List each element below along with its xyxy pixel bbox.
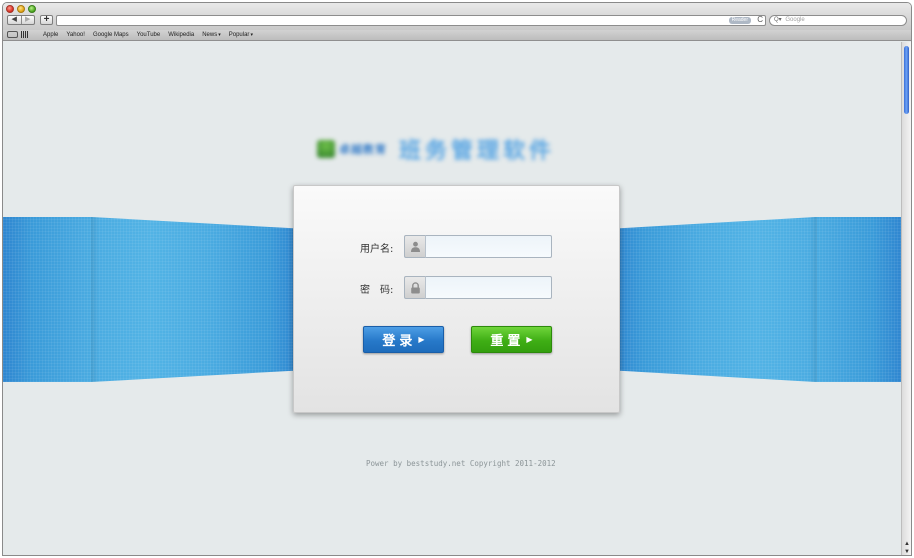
- site-logo: 卓越教育 班务管理软件: [317, 136, 556, 163]
- reset-button[interactable]: 重置 ▶: [471, 326, 552, 353]
- bookmark-apple[interactable]: Apple: [39, 30, 62, 40]
- vertical-scrollbar[interactable]: ▲ ▼: [901, 42, 911, 555]
- close-window-button[interactable]: [6, 5, 14, 13]
- bookmark-popular-label: Popular: [228, 32, 250, 38]
- band-fold-shadow: [809, 217, 817, 382]
- search-placeholder: Google: [785, 17, 805, 23]
- login-button[interactable]: 登录 ▶: [363, 326, 444, 353]
- minimize-window-button[interactable]: [17, 5, 25, 13]
- password-input[interactable]: [426, 276, 552, 299]
- magnifier-icon: Q▾: [774, 17, 782, 23]
- bookmark-news-label: News: [202, 32, 218, 38]
- bookmark-wikipedia[interactable]: Wikipedia: [164, 30, 198, 40]
- back-arrow-icon[interactable]: ◀: [8, 16, 21, 24]
- reload-icon[interactable]: C: [757, 15, 763, 25]
- blue-band-left: [3, 217, 298, 382]
- back-forward-control: ◀ ▶: [7, 15, 35, 25]
- scroll-up-arrow-icon[interactable]: ▲: [903, 540, 911, 548]
- reset-button-label: 重置: [490, 334, 525, 349]
- password-label: 密 码:: [360, 285, 394, 296]
- reading-list-icon[interactable]: [7, 31, 18, 38]
- bookmark-google-maps[interactable]: Google Maps: [89, 30, 133, 40]
- bookmark-list: Apple Yahoo! Google Maps YouTube Wikiped…: [39, 30, 257, 40]
- address-bar[interactable]: Reader C: [56, 15, 766, 26]
- lock-icon: [404, 276, 426, 299]
- login-button-label: 登录: [382, 334, 417, 349]
- password-row: 密 码:: [294, 276, 621, 300]
- chevron-right-icon: ▶: [526, 335, 533, 344]
- logo-mark-icon: [317, 140, 335, 158]
- search-field[interactable]: Q▾ Google: [769, 15, 907, 26]
- username-label: 用户名:: [360, 244, 394, 255]
- bookmark-youtube[interactable]: YouTube: [133, 30, 165, 40]
- zoom-window-button[interactable]: [28, 5, 36, 13]
- bookmark-yahoo[interactable]: Yahoo!: [62, 30, 89, 40]
- bookmark-popular[interactable]: Popular▾: [225, 30, 257, 40]
- bookmarks-bar: Apple Yahoo! Google Maps YouTube Wikiped…: [3, 30, 911, 41]
- band-fold-shadow: [91, 217, 99, 382]
- scroll-down-arrow-icon[interactable]: ▼: [903, 548, 911, 555]
- page-viewport: 卓越教育 班务管理软件 用户名: 密 码: 登录 ▶ 重置 ▶ Power by…: [3, 42, 901, 555]
- browser-window: ◀ ▶ + Reader C Q▾ Google Apple Yahoo! Go…: [2, 2, 912, 556]
- chevron-down-icon: ▾: [250, 32, 253, 38]
- browser-toolbar: ◀ ▶ + Reader C Q▾ Google: [3, 3, 911, 30]
- user-icon: [404, 235, 426, 258]
- chevron-down-icon: ▾: [218, 32, 221, 38]
- forward-arrow-icon[interactable]: ▶: [20, 16, 35, 24]
- top-sites-icon[interactable]: [21, 31, 29, 38]
- bookmark-news[interactable]: News▾: [198, 30, 225, 40]
- copyright-footer: Power by beststudy.net Copyright 2011-20…: [366, 459, 556, 468]
- username-row: 用户名:: [294, 235, 621, 259]
- chevron-right-icon: ▶: [418, 335, 425, 344]
- blue-band-right: [615, 217, 901, 382]
- reader-button[interactable]: Reader: [728, 17, 751, 24]
- login-panel: 用户名: 密 码: 登录 ▶ 重置 ▶: [293, 185, 620, 413]
- logo-company-text: 卓越教育: [339, 144, 387, 156]
- add-bookmark-button[interactable]: +: [40, 15, 53, 25]
- scrollbar-thumb[interactable]: [904, 46, 909, 114]
- logo-product-text: 班务管理软件: [399, 138, 556, 163]
- username-input[interactable]: [426, 235, 552, 258]
